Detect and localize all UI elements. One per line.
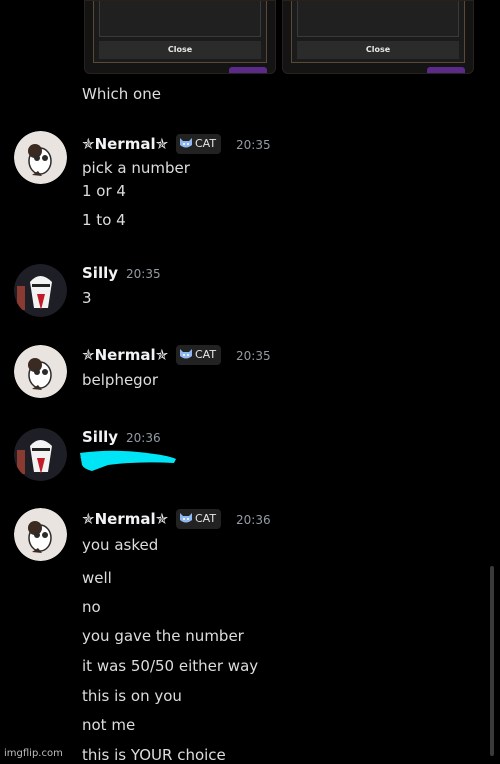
close-button: Close: [99, 41, 261, 59]
username[interactable]: ✯Nermal✯: [82, 510, 168, 528]
close-button: Close: [297, 41, 459, 59]
message-text: not me: [82, 716, 136, 734]
avatar[interactable]: [14, 264, 67, 317]
tag-label: CAT: [195, 512, 217, 525]
timestamp: 20:35: [126, 267, 161, 281]
dialog-panel: Close: [93, 1, 267, 63]
timestamp: 20:36: [236, 513, 271, 527]
user-tag[interactable]: CAT: [176, 345, 222, 365]
avatar[interactable]: [14, 508, 67, 561]
message-text: 3: [82, 289, 92, 307]
user-tag[interactable]: CAT: [176, 509, 222, 529]
purple-tab: [229, 67, 267, 73]
character-avatar-icon: [14, 428, 67, 481]
timestamp: 20:35: [236, 138, 271, 152]
cat-tag-icon: [180, 138, 192, 148]
username[interactable]: ✯Nermal✯: [82, 346, 168, 364]
dialog-content: [297, 1, 459, 37]
tag-label: CAT: [195, 348, 217, 361]
timestamp: 20:36: [126, 431, 161, 445]
embed-image[interactable]: Close: [282, 0, 474, 74]
scrollbar[interactable]: [490, 566, 494, 756]
user-tag[interactable]: CAT: [176, 134, 222, 154]
message-text: it was 50/50 either way: [82, 657, 259, 675]
username[interactable]: Silly: [82, 428, 118, 446]
cat-avatar-icon: [14, 131, 67, 184]
timestamp: 20:35: [236, 349, 271, 363]
watermark: imgflip.com: [4, 748, 63, 759]
dialog-panel: Close: [291, 1, 465, 63]
avatar[interactable]: [14, 428, 67, 481]
message-text: this is on you: [82, 687, 182, 705]
dialog-content: [99, 1, 261, 37]
embed-image[interactable]: Close: [84, 0, 276, 74]
tag-label: CAT: [195, 137, 217, 150]
avatar[interactable]: [14, 131, 67, 184]
cat-avatar-icon: [14, 345, 67, 398]
cat-tag-icon: [180, 513, 192, 523]
avatar[interactable]: [14, 345, 67, 398]
character-avatar-icon: [14, 264, 67, 317]
message-text: 1 or 4: [82, 182, 126, 200]
message-text: pick a number: [82, 159, 190, 177]
message-text: Which one: [82, 85, 161, 103]
redaction-scribble: [80, 450, 176, 471]
message-text: well: [82, 569, 112, 587]
message-text: you asked: [82, 536, 159, 554]
embed-images-row: Close Close: [84, 0, 484, 74]
purple-tab: [427, 67, 465, 73]
message-text: you gave the number: [82, 627, 244, 645]
cat-avatar-icon: [14, 508, 67, 561]
cat-tag-icon: [180, 349, 192, 359]
username[interactable]: Silly: [82, 264, 118, 282]
message-text: this is YOUR choice: [82, 746, 226, 764]
username[interactable]: ✯Nermal✯: [82, 135, 168, 153]
message-text: no: [82, 598, 101, 616]
message-text: 1 to 4: [82, 211, 126, 229]
message-text: belphegor: [82, 371, 159, 389]
